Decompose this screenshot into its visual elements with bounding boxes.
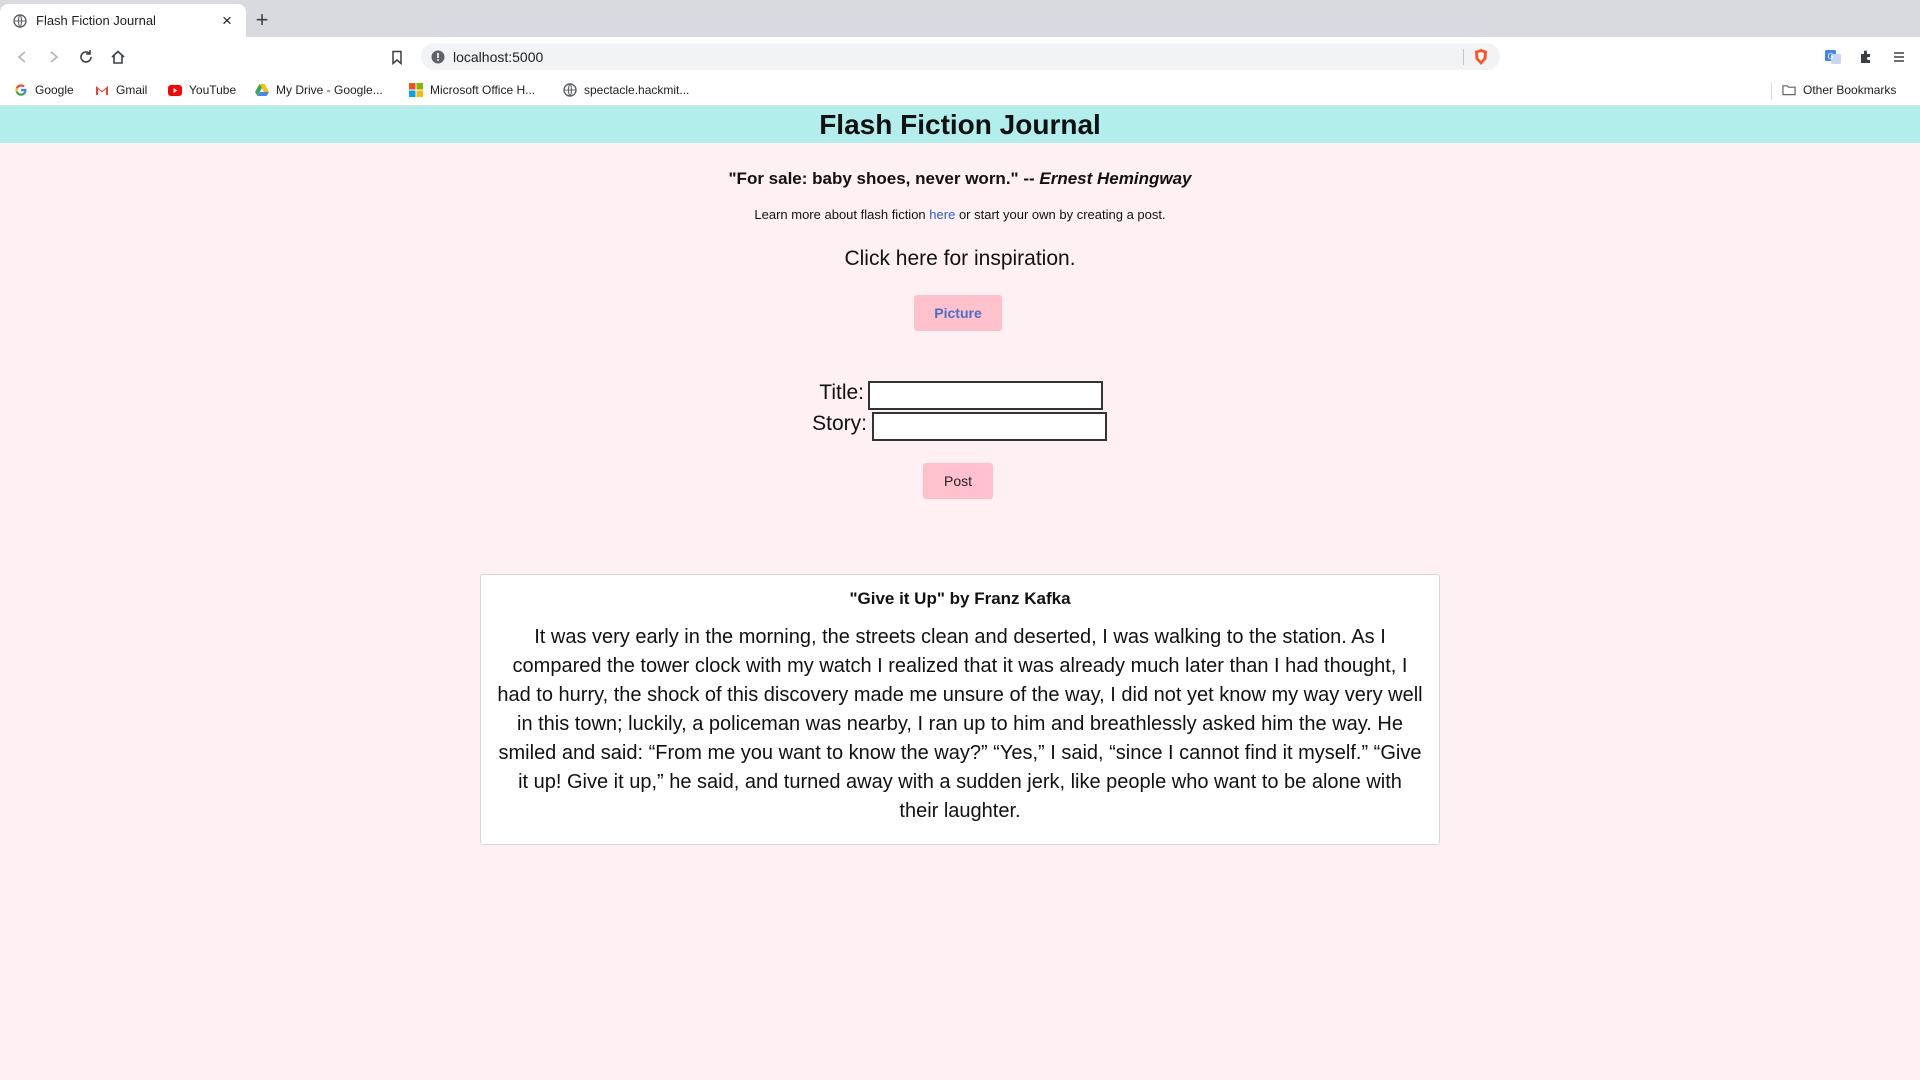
- bookmark-label: spectacle.hackmit...: [584, 83, 690, 97]
- youtube-icon: [168, 83, 182, 97]
- reload-icon[interactable]: [75, 46, 97, 68]
- page-header: Flash Fiction Journal: [0, 106, 1920, 143]
- globe-icon: [563, 83, 577, 97]
- bookmarks-divider: [1771, 82, 1772, 100]
- tab-title: Flash Fiction Journal: [36, 13, 156, 28]
- url-text: localhost:5000: [453, 48, 544, 65]
- bookmark-label: Gmail: [116, 83, 148, 97]
- story-label: Story:: [812, 412, 867, 435]
- post-button[interactable]: Post: [923, 463, 993, 499]
- bookmark-gmail[interactable]: Gmail: [95, 81, 147, 99]
- title-label: Title:: [819, 381, 864, 404]
- bookmark-youtube[interactable]: YouTube: [168, 81, 236, 99]
- address-bar[interactable]: localhost:5000: [421, 43, 1500, 70]
- quote-author: Ernest Hemingway: [1039, 169, 1192, 188]
- bookmark-spectacle[interactable]: spectacle.hackmit...: [563, 81, 689, 99]
- learn-text-after: or start your own by creating a post.: [958, 207, 1166, 222]
- learn-more-link[interactable]: here: [929, 207, 955, 222]
- bookmark-google[interactable]: Google: [14, 81, 74, 99]
- title-input[interactable]: [868, 381, 1103, 410]
- forward-icon[interactable]: [43, 46, 65, 68]
- quote-text: "For sale: baby shoes, never worn." --: [728, 169, 1035, 188]
- bookmark-label: Google: [35, 83, 74, 97]
- learn-more-text: Learn more about flash fiction here or s…: [0, 207, 1920, 222]
- extensions-icon[interactable]: [1855, 46, 1877, 68]
- hemingway-quote: "For sale: baby shoes, never worn." -- E…: [0, 169, 1920, 189]
- omnibox-divider: [1463, 49, 1464, 65]
- globe-icon: [13, 13, 27, 28]
- inspiration-prompt: Click here for inspiration.: [844, 247, 1076, 270]
- svg-text:G: G: [1828, 52, 1834, 61]
- back-icon[interactable]: [11, 46, 33, 68]
- bookmarks-bar: Google Gmail YouTube My Drive - Google..…: [0, 75, 1920, 106]
- story-input[interactable]: [872, 412, 1107, 441]
- bookmark-label: YouTube: [189, 83, 237, 97]
- microsoft-icon: [409, 83, 423, 97]
- bookmark-drive[interactable]: My Drive - Google...: [255, 81, 383, 99]
- close-tab-icon[interactable]: ×: [218, 11, 236, 30]
- bookmark-microsoft[interactable]: Microsoft Office H...: [409, 81, 535, 99]
- bookmark-label: My Drive - Google...: [276, 83, 383, 97]
- menu-icon[interactable]: [1888, 46, 1910, 68]
- story-heading: "Give it Up" by Franz Kafka: [849, 589, 1071, 608]
- bookmark-label: Microsoft Office H...: [430, 83, 536, 97]
- other-bookmarks-label: Other Bookmarks: [1803, 83, 1897, 97]
- gmail-icon: [95, 83, 109, 97]
- other-bookmarks[interactable]: Other Bookmarks: [1782, 81, 1896, 99]
- bookmark-page-icon[interactable]: [386, 46, 408, 68]
- tab-strip: Flash Fiction Journal × +: [0, 0, 1920, 37]
- folder-icon: [1782, 83, 1796, 97]
- brave-shield-icon[interactable]: [1472, 48, 1490, 66]
- learn-text-before: Learn more about flash fiction: [754, 207, 926, 222]
- drive-icon: [255, 83, 269, 97]
- google-icon: [14, 83, 28, 97]
- info-icon[interactable]: [431, 50, 445, 64]
- picture-button[interactable]: Picture: [914, 295, 1002, 331]
- page-title: Flash Fiction Journal: [819, 108, 1101, 140]
- new-tab-button[interactable]: +: [252, 9, 272, 31]
- story-card: "Give it Up" by Franz Kafka It was very …: [480, 574, 1440, 845]
- translate-icon[interactable]: G: [1822, 46, 1844, 68]
- home-icon[interactable]: [107, 46, 129, 68]
- browser-tab[interactable]: Flash Fiction Journal ×: [0, 4, 246, 37]
- story-body: It was very early in the morning, the st…: [497, 626, 1423, 822]
- browser-toolbar: localhost:5000 G: [0, 37, 1920, 75]
